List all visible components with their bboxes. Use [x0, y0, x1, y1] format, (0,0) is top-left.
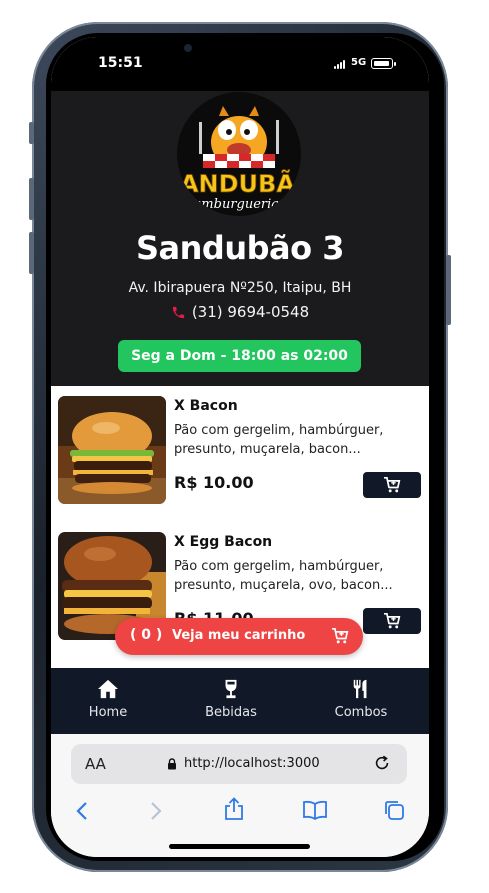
- status-time: 15:51: [98, 55, 143, 71]
- cart-icon: [332, 628, 349, 644]
- volume-down-button: [29, 232, 34, 274]
- cart-plus-icon: [384, 477, 401, 493]
- phone-number: (31) 9694-0548: [191, 303, 310, 321]
- shop-header: SANDUBÃO Hamburgueria e P Sandubão 3 Av.…: [51, 91, 429, 386]
- browser-chrome: AA http://localhost:3000: [51, 734, 429, 857]
- add-to-cart-button[interactable]: [363, 608, 421, 634]
- home-icon: [98, 679, 118, 699]
- logo-wordmark: SANDUBÃO: [169, 169, 309, 198]
- signal-icon: [334, 59, 348, 69]
- cart-label: Veja meu carrinho: [172, 628, 306, 643]
- tab-label: Bebidas: [205, 705, 257, 720]
- shop-logo: SANDUBÃO Hamburgueria e P: [169, 92, 309, 216]
- silent-switch: [29, 122, 34, 144]
- utensils-icon: [353, 679, 367, 699]
- home-indicator: [169, 844, 310, 849]
- cart-count: ( 0 ): [130, 627, 163, 643]
- bookmarks-icon[interactable]: [302, 800, 328, 820]
- forward-icon[interactable]: [149, 801, 163, 821]
- url-text: http://localhost:3000: [184, 756, 320, 771]
- screen: 15:51 5G SANDUBÃO Hamburgueria e P Sandu…: [51, 37, 429, 857]
- item-description: Pão com gergelim, hambúrguer, presunto, m…: [174, 423, 384, 457]
- wine-glass-icon: [225, 679, 237, 699]
- burger-bacon-image: [58, 396, 166, 504]
- shop-phone[interactable]: (31) 9694-0548: [51, 303, 429, 321]
- lock-icon: [168, 758, 176, 770]
- bottom-tab-bar: Home Bebidas Combos: [51, 668, 429, 734]
- opening-hours-badge: Seg a Dom - 18:00 as 02:00: [118, 340, 361, 372]
- status-bar: 15:51 5G: [51, 37, 429, 91]
- power-button: [446, 255, 451, 325]
- back-icon[interactable]: [75, 801, 89, 821]
- menu-item[interactable]: X Bacon Pão com gergelim, hambúrguer, pre…: [51, 386, 429, 516]
- share-icon[interactable]: [223, 797, 245, 821]
- shop-address: Av. Ibirapuera Nº250, Itaipu, BH: [128, 280, 352, 296]
- item-name: X Egg Bacon: [174, 534, 273, 550]
- network-label: 5G: [351, 57, 367, 68]
- tab-home[interactable]: Home: [58, 668, 158, 734]
- front-camera: [184, 44, 192, 52]
- cart-plus-icon: [384, 613, 401, 629]
- volume-up-button: [29, 178, 34, 220]
- tab-bebidas[interactable]: Bebidas: [181, 668, 281, 734]
- view-cart-button[interactable]: ( 0 ) Veja meu carrinho: [115, 618, 363, 655]
- battery-icon: [371, 58, 396, 69]
- item-name: X Bacon: [174, 398, 238, 414]
- tab-label: Home: [88, 705, 128, 720]
- reload-icon[interactable]: [373, 754, 391, 772]
- add-to-cart-button[interactable]: [363, 472, 421, 498]
- phone-icon: [172, 306, 184, 319]
- text-size-button[interactable]: AA: [85, 755, 106, 773]
- tab-combos[interactable]: Combos: [311, 668, 411, 734]
- shop-name: Sandubão 3: [136, 229, 345, 267]
- tab-label: Combos: [334, 705, 388, 720]
- item-price: R$ 10.00: [174, 473, 254, 492]
- address-bar[interactable]: AA http://localhost:3000: [71, 744, 407, 784]
- logo-subtext: Hamburgueria e P: [181, 197, 304, 212]
- item-description: Pão com gergelim, hambúrguer, presunto, m…: [174, 559, 393, 593]
- tabs-icon[interactable]: [383, 799, 405, 821]
